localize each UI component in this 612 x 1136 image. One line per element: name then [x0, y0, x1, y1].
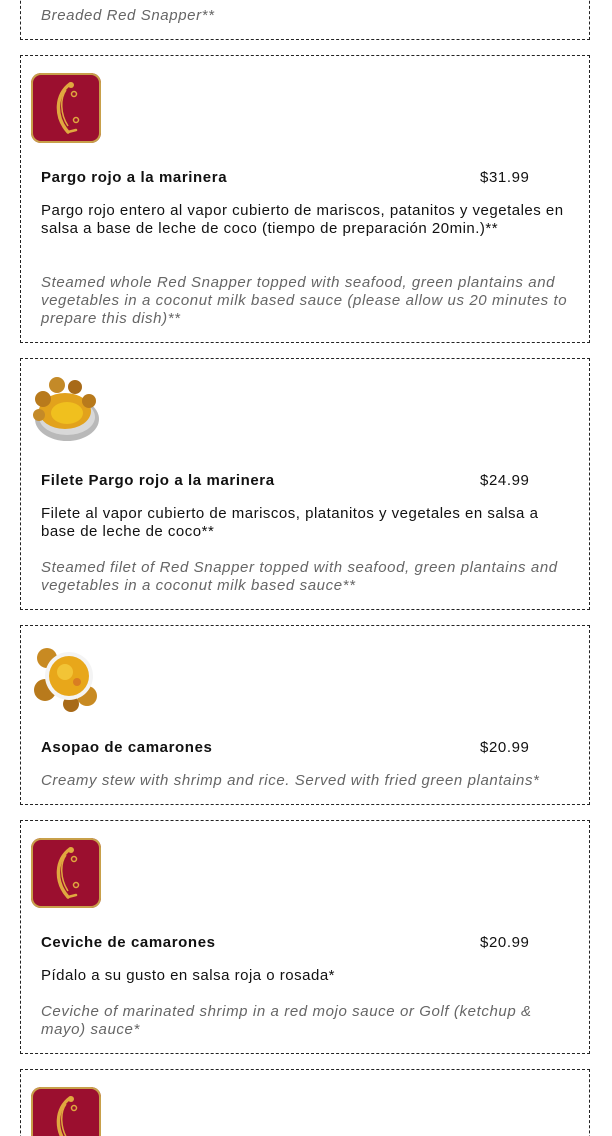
- item-price: $20.99: [480, 739, 530, 756]
- menu-item-card[interactable]: [20, 1069, 590, 1136]
- menu-item-card[interactable]: Breaded Red Snapper**: [20, 0, 590, 40]
- item-description-spanish: Pídalo a su gusto en salsa roja o rosada…: [41, 967, 336, 984]
- item-price: $24.99: [480, 472, 530, 489]
- item-price: $20.99: [480, 934, 530, 951]
- item-description-english: Steamed whole Red Snapper topped with se…: [41, 274, 568, 327]
- item-name: Filete Pargo rojo a la marinera: [41, 472, 275, 489]
- item-description-english: Creamy stew with shrimp and rice. Served…: [41, 772, 540, 789]
- item-name: Asopao de camarones: [41, 739, 213, 756]
- menu-item-card[interactable]: Asopao de camarones $20.99 Creamy stew w…: [20, 625, 590, 805]
- item-description-english: Ceviche of marinated shrimp in a red moj…: [41, 1003, 532, 1038]
- menu-item-card[interactable]: Filete Pargo rojo a la marinera $24.99 F…: [20, 358, 590, 610]
- item-description-english: Steamed filet of Red Snapper topped with…: [41, 559, 558, 594]
- item-name: Ceviche de camarones: [41, 934, 216, 951]
- item-name: Pargo rojo a la marinera: [41, 169, 228, 186]
- item-description-spanish: Pargo rojo entero al vapor cubierto de m…: [41, 202, 564, 237]
- menu-item-card[interactable]: Ceviche de camarones $20.99 Pídalo a su …: [20, 820, 590, 1054]
- item-description-english: Breaded Red Snapper**: [41, 7, 215, 24]
- item-price: $31.99: [480, 169, 530, 186]
- fish-dish-photo: [31, 375, 101, 445]
- menu-item-card[interactable]: Pargo rojo a la marinera $31.99 Pargo ro…: [20, 55, 590, 343]
- restaurant-logo-icon: [31, 1087, 101, 1136]
- stew-dish-photo: [31, 642, 101, 712]
- restaurant-logo-icon: [31, 73, 101, 143]
- menu-page: Breaded Red Snapper** Pargo rojo a la ma…: [0, 0, 612, 1136]
- item-description-spanish: Filete al vapor cubierto de mariscos, pl…: [41, 505, 539, 540]
- restaurant-logo-icon: [31, 838, 101, 908]
